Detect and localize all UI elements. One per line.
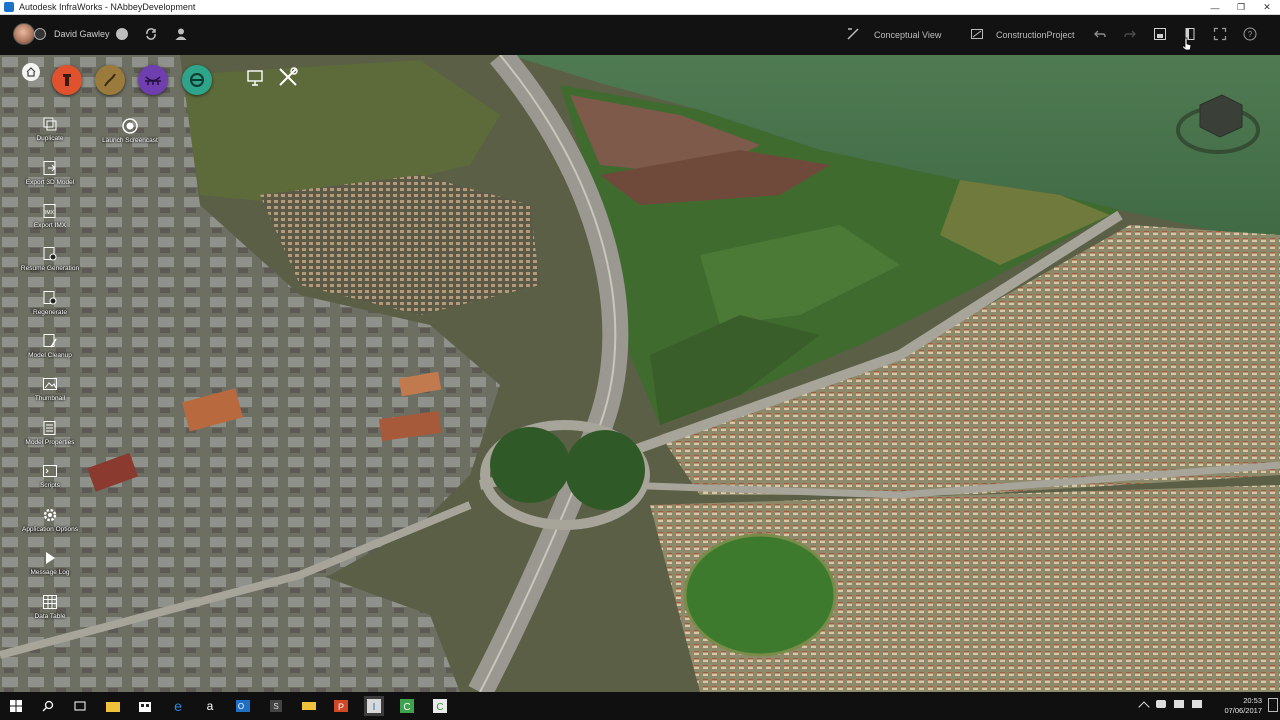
conceptual-view-icon[interactable]: [845, 26, 861, 42]
resume-generation-icon: [41, 245, 59, 263]
infraworks-icon[interactable]: I: [364, 696, 384, 716]
task-view-icon[interactable]: [70, 696, 90, 716]
drainage-icon[interactable]: [182, 65, 212, 95]
presentation-icon[interactable]: [246, 69, 264, 87]
side-tool-message-log[interactable]: Message Log: [10, 549, 90, 576]
svg-text:O: O: [238, 702, 244, 711]
model-properties-icon: [41, 419, 59, 437]
window-title: Autodesk InfraWorks - NAbbeyDevelopment: [19, 2, 196, 12]
conceptual-view-label[interactable]: Conceptual View: [874, 30, 941, 40]
file-explorer-icon[interactable]: [103, 696, 123, 716]
powerpoint-icon[interactable]: P: [331, 696, 351, 716]
side-tool-export-imx[interactable]: IMX Export IMX: [10, 202, 90, 229]
expand-icon[interactable]: [1212, 26, 1228, 42]
side-tool-resume-generation[interactable]: Resume Generation: [10, 245, 90, 272]
undo-icon[interactable]: [1092, 26, 1108, 42]
home-icon[interactable]: [22, 63, 40, 81]
svg-text:C: C: [403, 702, 410, 713]
svg-text:I: I: [373, 702, 376, 713]
person-icon[interactable]: [173, 26, 189, 42]
svg-text:e: e: [174, 699, 182, 713]
edge-icon[interactable]: e: [168, 696, 188, 716]
menu-icon[interactable]: [34, 28, 46, 40]
redo-icon[interactable]: [1122, 26, 1138, 42]
search-icon[interactable]: [38, 696, 58, 716]
model-cleanup-icon: [41, 332, 59, 350]
roads-icon[interactable]: [95, 65, 125, 95]
scripts-icon: [41, 462, 59, 480]
help-icon[interactable]: ?: [1242, 26, 1258, 42]
side-tool-data-table[interactable]: Data Table: [10, 593, 90, 620]
application-options-icon: [41, 506, 59, 524]
svg-text:S: S: [273, 702, 278, 711]
volume-icon[interactable]: [1174, 700, 1184, 708]
window-title-bar: Autodesk InfraWorks - NAbbeyDevelopment …: [0, 0, 1280, 15]
side-tool-scripts[interactable]: Scripts: [10, 462, 90, 489]
project-icon[interactable]: [969, 26, 985, 42]
start-icon[interactable]: [6, 696, 26, 716]
screencast-icon: [121, 117, 139, 135]
user-name: David Gawley: [54, 29, 110, 39]
settings-tools-icon[interactable]: [277, 66, 299, 88]
data-table-icon: [41, 593, 59, 611]
side-tool-thumbnail[interactable]: Thumbnail: [10, 375, 90, 402]
minimize-button[interactable]: —: [1202, 0, 1228, 15]
svg-text:IMX: IMX: [45, 210, 55, 216]
notifications-icon[interactable]: [1268, 698, 1278, 712]
tray-chevron-icon[interactable]: [1138, 701, 1150, 713]
svg-text:C: C: [436, 702, 443, 713]
outlook-icon[interactable]: O: [233, 696, 253, 716]
side-tool-regenerate[interactable]: Regenerate: [10, 289, 90, 316]
build-manage-analyze-icon[interactable]: [52, 65, 82, 95]
app-toolbar: David Gawley Conceptual View Constructio…: [0, 15, 1280, 55]
3d-model-viewport[interactable]: Launch Screencast Duplicate Export 3D Mo…: [0, 55, 1280, 692]
mouse-cursor-icon: [1182, 37, 1192, 56]
restore-button[interactable]: ❐: [1228, 0, 1254, 15]
message-log-icon: [41, 549, 59, 567]
side-tool-duplicate[interactable]: Duplicate: [10, 115, 90, 142]
sync-icon[interactable]: [143, 26, 159, 42]
export-imx-icon: IMX: [41, 202, 59, 220]
windows-taskbar: e a O S P I C C 20:53 07/06/2017: [0, 692, 1280, 720]
clock-date: 07/06/2017: [1224, 706, 1262, 715]
side-tool-launch-screencast[interactable]: Launch Screencast: [90, 117, 170, 144]
store-icon[interactable]: [135, 696, 155, 716]
network-icon[interactable]: [1192, 700, 1202, 708]
side-tool-model-cleanup[interactable]: Model Cleanup: [10, 332, 90, 359]
svg-text:P: P: [338, 702, 344, 712]
regenerate-icon: [41, 289, 59, 307]
notification-icon[interactable]: [114, 26, 130, 42]
svg-text:?: ?: [1248, 30, 1253, 39]
side-tool-application-options[interactable]: Application Options: [10, 506, 90, 533]
sublime-icon[interactable]: S: [266, 696, 286, 716]
clock-time: 20:53: [1243, 696, 1262, 705]
civil3d-icon[interactable]: C: [397, 696, 417, 716]
amazon-icon[interactable]: a: [200, 696, 220, 716]
system-clock[interactable]: 20:53 07/06/2017: [1224, 696, 1262, 716]
avatar[interactable]: [13, 23, 35, 45]
project-label[interactable]: ConstructionProject: [996, 30, 1075, 40]
side-tool-export-3d-model[interactable]: Export 3D Model: [10, 159, 90, 186]
onedrive-icon[interactable]: [299, 696, 319, 716]
camtasia-icon[interactable]: C: [430, 696, 450, 716]
system-tray[interactable]: [1138, 700, 1202, 713]
app-icon: [4, 2, 14, 12]
export-3d-model-icon: [41, 159, 59, 177]
thumbnail-icon: [41, 375, 59, 393]
close-button[interactable]: ✕: [1254, 0, 1280, 15]
svg-text:a: a: [207, 699, 214, 713]
battery-icon[interactable]: [1156, 700, 1166, 708]
side-tool-model-properties[interactable]: Model Properties: [10, 419, 90, 446]
duplicate-icon: [41, 115, 59, 133]
save-icon[interactable]: [1152, 26, 1168, 42]
bridges-icon[interactable]: [138, 65, 168, 95]
